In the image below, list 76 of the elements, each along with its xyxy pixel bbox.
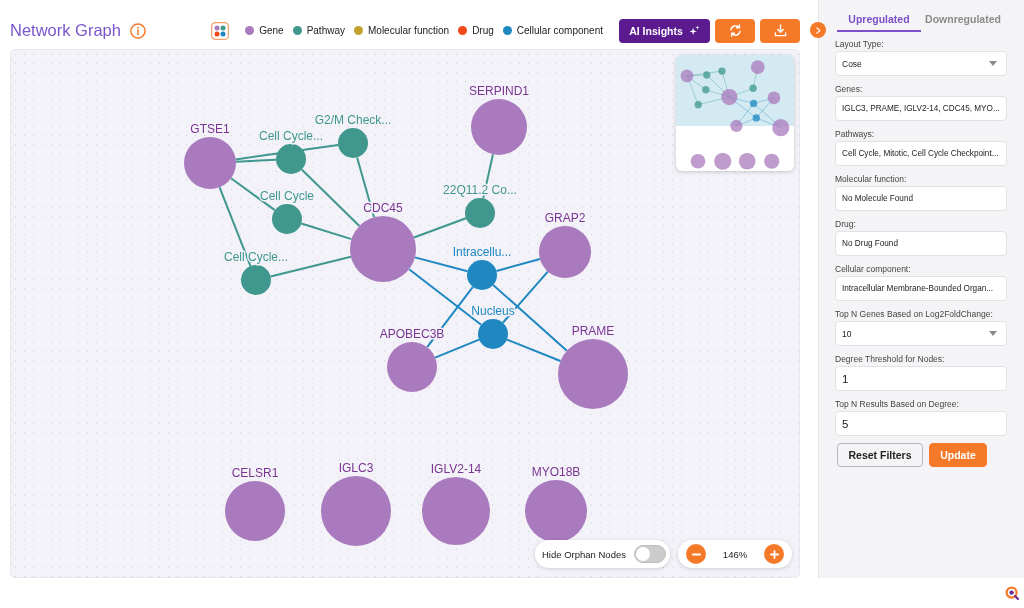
graph-node xyxy=(241,265,271,295)
graph-node xyxy=(422,477,490,545)
dropdown[interactable]: Cose xyxy=(835,51,1007,76)
minimap[interactable] xyxy=(676,55,794,171)
caret-icon xyxy=(989,61,997,66)
legend-label: Drug xyxy=(472,25,494,36)
input-field[interactable]: Intracellular Membrane-Bounded Organ... xyxy=(835,276,1007,301)
node-label: G2/M Check... xyxy=(314,113,392,127)
graph-node xyxy=(338,128,368,158)
field-label: Pathways: xyxy=(835,128,876,140)
field-label: Layout Type: xyxy=(835,38,885,50)
graph-node xyxy=(387,342,437,392)
graph-node xyxy=(525,480,587,542)
zoom-out-button[interactable] xyxy=(686,544,706,564)
graph-node xyxy=(272,204,302,234)
field-label: Genes: xyxy=(835,83,864,95)
graph-edge xyxy=(412,217,467,239)
field-label: Drug: xyxy=(835,218,857,230)
legend-label: Pathway xyxy=(306,25,345,36)
refresh-icon xyxy=(728,24,742,37)
toggle-label: Hide Orphan Nodes xyxy=(542,548,626,560)
legend-label: Gene xyxy=(259,25,284,36)
field-label: Molecular function: xyxy=(835,173,908,185)
node-label: IGLV2-14 xyxy=(430,462,482,476)
graph-node xyxy=(558,339,628,409)
graph-node xyxy=(350,216,416,282)
node-label: SERPIND1 xyxy=(469,84,529,98)
input-field[interactable]: Cell Cycle, Mitotic, Cell Cycle Checkpoint... xyxy=(835,141,1007,166)
input-field[interactable]: No Molecule Found xyxy=(835,186,1007,211)
tab[interactable]: Upregulated xyxy=(837,8,921,32)
field-label: Top N Results Based on Degree: xyxy=(835,398,960,410)
node-label: PRAME xyxy=(571,324,615,338)
graph-node xyxy=(276,144,306,174)
zoom-level: 146% xyxy=(722,548,748,560)
input-field[interactable]: 5 xyxy=(835,411,1007,436)
sparkle-icon xyxy=(688,25,700,36)
refresh-button[interactable] xyxy=(715,18,755,43)
chevron-right-icon xyxy=(815,26,821,34)
graph-node xyxy=(184,137,236,189)
legend-label: Cellular component xyxy=(516,25,603,36)
input-field[interactable]: IGLC3, PRAME, IGLV2-14, CDC45, MYO... xyxy=(835,96,1007,121)
legend-dots-icon[interactable] xyxy=(211,21,230,40)
field-label: Degree Threshold for Nodes: xyxy=(835,353,946,365)
node-label: GRAP2 xyxy=(544,211,586,225)
ai-insights-button[interactable]: AI Insights xyxy=(619,18,710,43)
node-label: MYO18B xyxy=(531,465,581,479)
graph-node xyxy=(539,226,591,278)
toggle-switch[interactable] xyxy=(634,545,666,563)
info-icon[interactable] xyxy=(129,22,146,39)
node-label: IGLC3 xyxy=(338,461,374,475)
caret-icon xyxy=(989,331,997,336)
field-label: Top N Genes Based on Log2FoldChange: xyxy=(835,308,994,320)
dropdown[interactable]: 10 xyxy=(835,321,1007,346)
node-label: Cell Cycle... xyxy=(224,250,288,264)
action-button[interactable]: Reset Filters xyxy=(837,443,923,467)
node-label: CELSR1 xyxy=(231,466,279,480)
page-title: Network Graph xyxy=(10,21,121,40)
input-field[interactable]: No Drug Found xyxy=(835,231,1007,256)
graph-node xyxy=(471,99,527,155)
plus-icon xyxy=(769,549,779,559)
graph-node xyxy=(225,481,285,541)
graph-node xyxy=(478,319,508,349)
graph-node xyxy=(465,198,495,228)
graph-node xyxy=(321,476,391,546)
input-field[interactable]: 1 xyxy=(835,366,1007,391)
legend-label: Molecular function xyxy=(368,25,450,36)
field-label: Cellular component: xyxy=(835,263,912,275)
graph-node xyxy=(467,260,497,290)
collapse-button[interactable] xyxy=(810,22,826,38)
download-icon xyxy=(773,24,787,37)
node-label: Cell Cycle... xyxy=(259,129,323,143)
zoom-in-button[interactable] xyxy=(764,544,784,564)
download-button[interactable] xyxy=(760,18,800,43)
ring-icon[interactable] xyxy=(1005,586,1019,600)
node-label: Cell Cycle xyxy=(260,189,314,203)
node-label: GTSE1 xyxy=(190,122,230,136)
